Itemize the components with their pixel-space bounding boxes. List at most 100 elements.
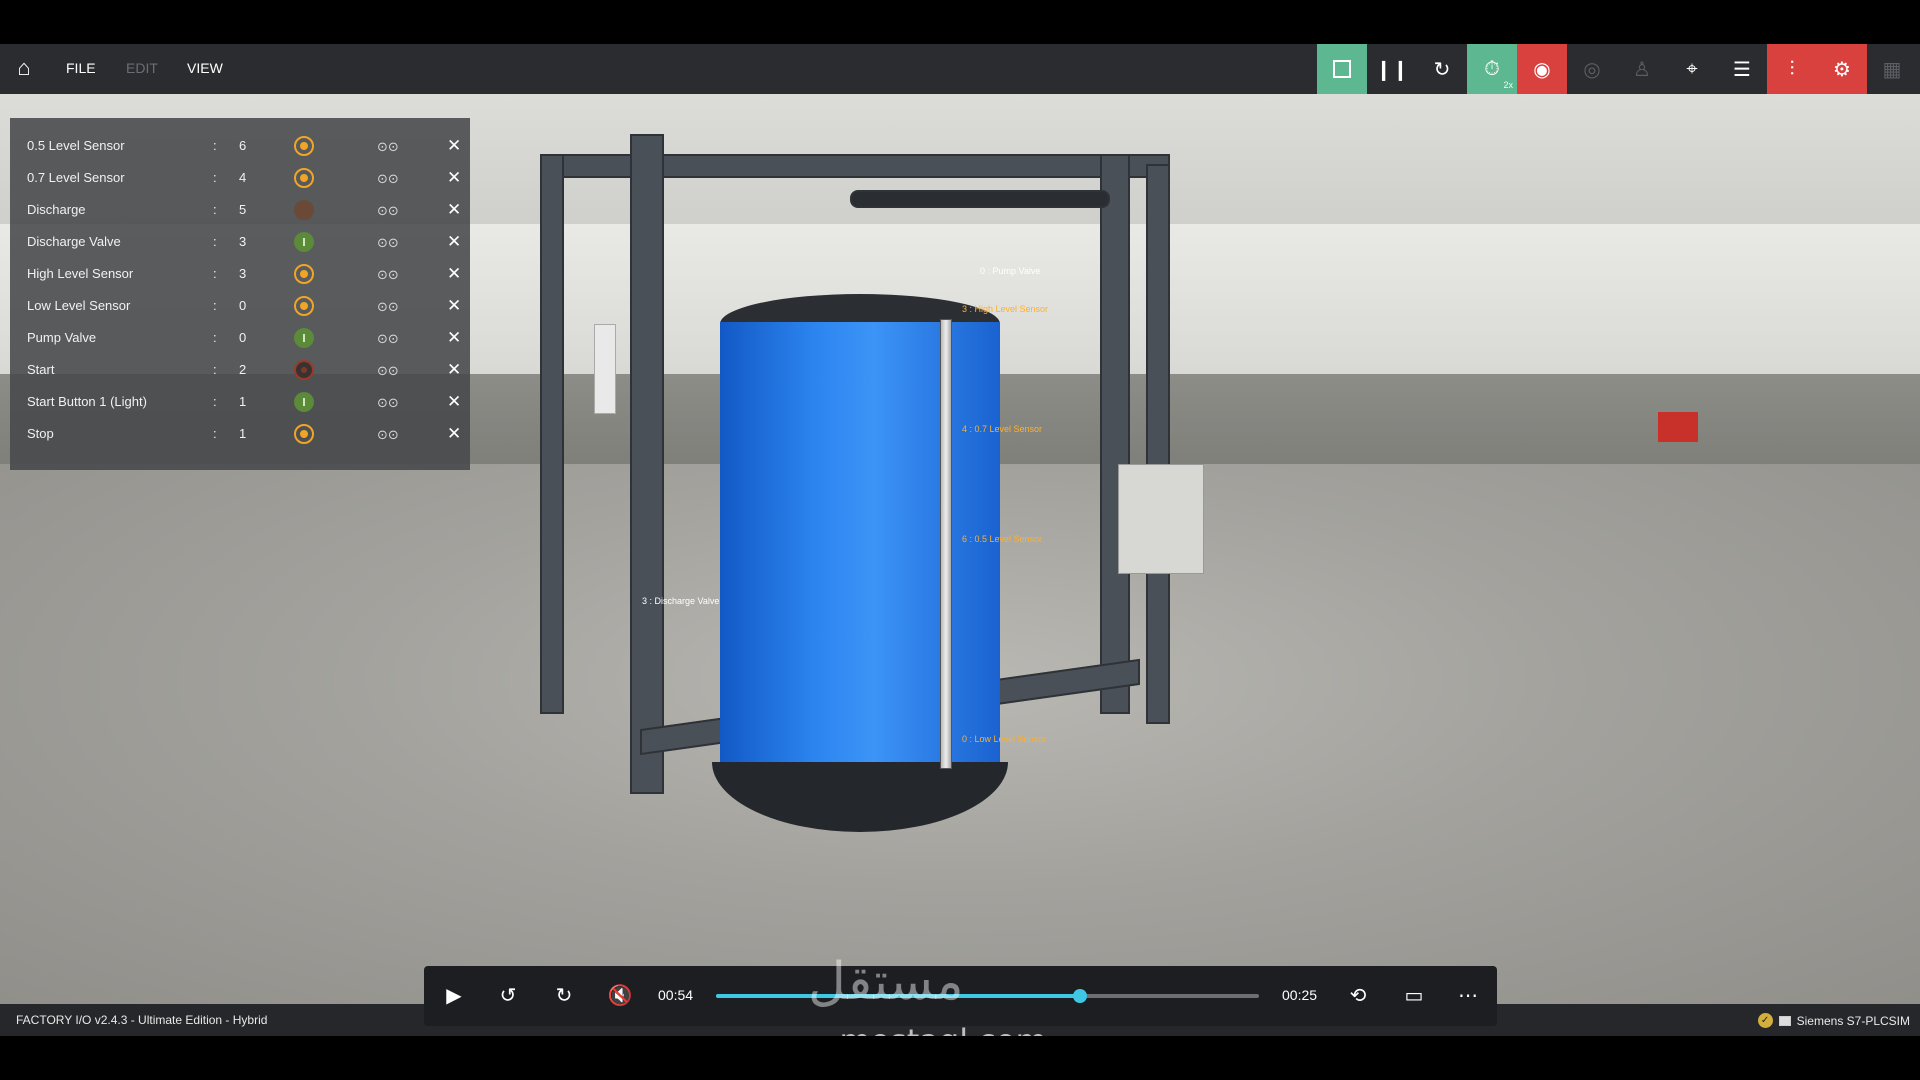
tag-separator: : xyxy=(213,394,217,409)
tag-row: Discharge: 5 ⊙⊙ ✕ xyxy=(10,194,470,226)
close-icon[interactable]: ✕ xyxy=(447,200,461,220)
tag-separator: : xyxy=(213,202,217,217)
pump-pipe xyxy=(850,190,1110,208)
visibility-icon[interactable]: ⊙⊙ xyxy=(377,299,399,315)
tag-value: 4 xyxy=(239,170,247,185)
tag-row: Low Level Sensor: 0 ⊙⊙ ✕ xyxy=(10,290,470,322)
close-icon[interactable]: ✕ xyxy=(447,264,461,284)
remaining-time: 00:25 xyxy=(1282,987,1318,1003)
top-toolbar: ⌂ FILE EDIT VIEW ❙❙ ↻ ⏱ 2x ◉ ◎ ♙ ⌖ ☰ ⫶ ⚙ … xyxy=(0,44,1920,94)
visibility-icon[interactable]: ⊙⊙ xyxy=(377,363,399,379)
close-icon[interactable]: ✕ xyxy=(447,296,461,316)
tag-state-indicator[interactable] xyxy=(294,296,314,316)
tag-name: Pump Valve xyxy=(27,330,97,345)
fly-camera-icon: ◎ xyxy=(1583,58,1601,81)
list-icon[interactable]: ☰ xyxy=(1717,44,1767,94)
forward-30-icon[interactable]: ↻ xyxy=(550,984,578,1008)
crosshair-icon[interactable]: ⌖ xyxy=(1667,44,1717,94)
tag-state-indicator[interactable] xyxy=(294,392,314,412)
close-icon[interactable]: ✕ xyxy=(447,232,461,252)
seek-bar-handle[interactable] xyxy=(1072,989,1087,1003)
seek-bar[interactable] xyxy=(716,989,1259,1003)
tag-state-indicator[interactable] xyxy=(294,328,314,348)
close-icon[interactable]: ✕ xyxy=(447,136,461,156)
plc-icon xyxy=(1778,1015,1791,1026)
visibility-icon[interactable]: ⊙⊙ xyxy=(377,395,399,411)
frame-post-right-front xyxy=(1100,154,1130,714)
tank-base xyxy=(712,762,1008,832)
tag-value: 5 xyxy=(239,202,247,217)
frame-post-left-front xyxy=(630,134,664,794)
control-box[interactable] xyxy=(1118,464,1204,574)
pause-icon[interactable]: ❙❙ xyxy=(1367,44,1417,94)
tag-value: 6 xyxy=(239,138,247,153)
thumbnail-icon[interactable]: ▭ xyxy=(1400,984,1428,1008)
menu-edit: EDIT xyxy=(126,60,158,76)
camera-orbit-icon[interactable]: ◉ xyxy=(1517,44,1567,94)
tag-state-indicator[interactable] xyxy=(294,232,314,252)
loop-off-icon[interactable]: ⟲ xyxy=(1344,984,1372,1008)
sensor-tags-icon[interactable]: ⫶ xyxy=(1767,44,1817,94)
tag-row: 0.5 Level Sensor: 6 ⊙⊙ ✕ xyxy=(10,130,470,162)
visibility-icon[interactable]: ⊙⊙ xyxy=(377,171,399,187)
tag-state-indicator[interactable] xyxy=(294,136,314,156)
tag-value: 1 xyxy=(239,394,247,409)
close-icon[interactable]: ✕ xyxy=(447,360,461,380)
tag-name: High Level Sensor xyxy=(27,266,134,281)
visibility-icon[interactable]: ⊙⊙ xyxy=(377,235,399,251)
mute-icon[interactable]: 🔇 xyxy=(606,984,634,1008)
tag-name: Start xyxy=(27,362,55,377)
tag-name: Stop xyxy=(27,426,54,441)
stop-square-icon[interactable] xyxy=(1317,44,1367,94)
tag-name: Start Button 1 (Light) xyxy=(27,394,147,409)
visibility-icon[interactable]: ⊙⊙ xyxy=(377,267,399,283)
frame-post-right-back xyxy=(1146,164,1170,724)
scene-label-low-level: 0 : Low Level Sensor xyxy=(962,734,1047,744)
menu-view[interactable]: VIEW xyxy=(187,60,223,76)
visibility-icon[interactable]: ⊙⊙ xyxy=(377,427,399,443)
scene-label-high-level: 3 : High Level Sensor xyxy=(962,304,1049,314)
tag-separator: : xyxy=(213,234,217,249)
tag-row: 0.7 Level Sensor: 4 ⊙⊙ ✕ xyxy=(10,162,470,194)
tag-state-indicator[interactable] xyxy=(294,360,314,380)
letterbox-top xyxy=(0,0,1920,44)
tag-name: 0.7 Level Sensor xyxy=(27,170,125,185)
visibility-icon[interactable]: ⊙⊙ xyxy=(377,203,399,219)
frame-post-left-back xyxy=(540,154,564,714)
menu-file[interactable]: FILE xyxy=(66,60,96,76)
current-time: 00:54 xyxy=(658,987,694,1003)
tag-name: Discharge Valve xyxy=(27,234,121,249)
scene-label-discharge-valve: 3 : Discharge Valve xyxy=(642,596,720,606)
tag-state-indicator[interactable] xyxy=(294,424,314,444)
tag-state-indicator[interactable] xyxy=(294,168,314,188)
more-icon[interactable]: ⋯ xyxy=(1454,984,1482,1008)
tag-value: 2 xyxy=(239,362,247,377)
wall-door xyxy=(594,324,616,414)
rewind-10-icon[interactable]: ↺ xyxy=(494,984,522,1008)
water-tank[interactable] xyxy=(712,294,1008,854)
grid-icon: ▦ xyxy=(1882,58,1902,81)
home-icon[interactable]: ⌂ xyxy=(12,56,36,80)
driver-settings-icon[interactable]: ⚙ xyxy=(1817,44,1867,94)
tag-value: 0 xyxy=(239,330,247,345)
tag-row: Pump Valve: 0 ⊙⊙ ✕ xyxy=(10,322,470,354)
close-icon[interactable]: ✕ xyxy=(447,328,461,348)
level-gauge xyxy=(940,319,952,769)
close-icon[interactable]: ✕ xyxy=(447,392,461,412)
visibility-icon[interactable]: ⊙⊙ xyxy=(377,139,399,155)
tag-list-panel: 0.5 Level Sensor: 6 ⊙⊙ ✕ 0.7 Level Sensor: 4 ⊙… xyxy=(10,118,470,470)
tag-value: 0 xyxy=(239,298,247,313)
close-icon[interactable]: ✕ xyxy=(447,168,461,188)
tag-state-indicator[interactable] xyxy=(294,264,314,284)
timer-icon[interactable]: ⏱ 2x xyxy=(1467,44,1517,94)
tag-value: 1 xyxy=(239,426,247,441)
tank-water-level xyxy=(720,322,1000,762)
scene-label-level-07: 4 : 0.7 Level Sensor xyxy=(962,424,1043,434)
visibility-icon[interactable]: ⊙⊙ xyxy=(377,331,399,347)
close-icon[interactable]: ✕ xyxy=(447,424,461,444)
tag-separator: : xyxy=(213,170,217,185)
tag-state-indicator[interactable] xyxy=(294,200,314,220)
reset-icon[interactable]: ↻ xyxy=(1417,44,1467,94)
play-icon[interactable]: ▶ xyxy=(440,984,468,1008)
scene-label-pump-valve: 0 : Pump Valve xyxy=(980,266,1041,276)
